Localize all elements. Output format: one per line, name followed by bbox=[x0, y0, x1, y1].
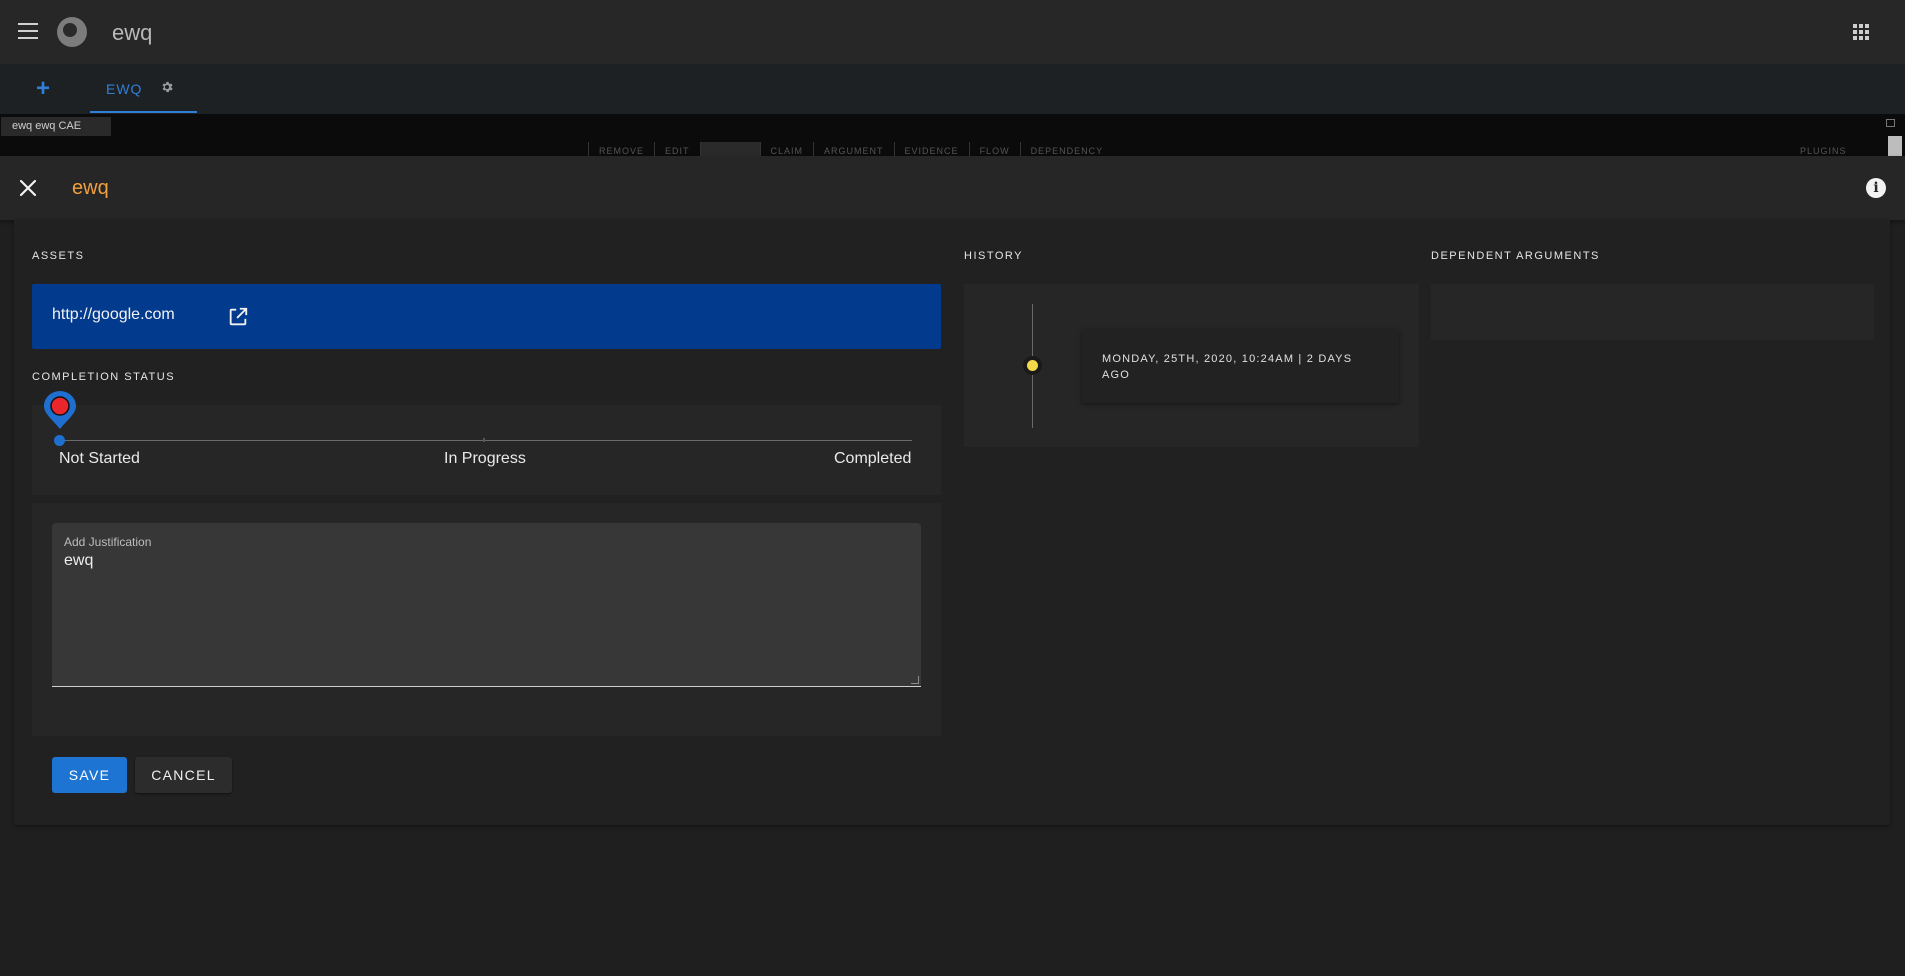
justification-field[interactable]: Add Justification ewq bbox=[52, 523, 921, 687]
timeline-dot bbox=[1023, 356, 1042, 375]
logo-icon[interactable] bbox=[57, 17, 87, 47]
history-entry: MONDAY, 25TH, 2020, 10:24AM | 2 DAYS AGO bbox=[1082, 330, 1399, 403]
justification-value[interactable]: ewq bbox=[64, 552, 93, 570]
open-in-new-icon[interactable] bbox=[227, 306, 249, 328]
asset-link[interactable]: http://google.com bbox=[52, 306, 175, 324]
menu-icon[interactable] bbox=[18, 23, 38, 39]
canvas-scrollbar[interactable] bbox=[1888, 136, 1902, 156]
dependent-arguments-title: DEPENDENT ARGUMENTS bbox=[1431, 250, 1600, 262]
toolbar-claim[interactable]: CLAIM bbox=[759, 142, 814, 156]
toolbar-argument[interactable]: ARGUMENT bbox=[813, 142, 894, 156]
toolbar-edit[interactable]: EDIT bbox=[654, 142, 700, 156]
save-button[interactable]: SAVE bbox=[52, 757, 127, 793]
resize-handle[interactable] bbox=[911, 676, 919, 684]
app-title: ewq bbox=[112, 20, 153, 45]
graph-tab[interactable]: ewq ewq CAE bbox=[1, 117, 111, 136]
slider-tick bbox=[483, 438, 485, 442]
restore-window-icon[interactable] bbox=[1886, 119, 1895, 127]
add-tab-button[interactable]: + bbox=[28, 74, 58, 104]
history-entry-text: MONDAY, 25TH, 2020, 10:24AM | 2 DAYS AGO bbox=[1102, 353, 1353, 381]
dependent-arguments-card bbox=[1431, 284, 1874, 340]
canvas-toolbar: REMOVE EDIT CLAIM ARGUMENT EVIDENCE FLOW… bbox=[588, 142, 1113, 156]
toolbar-flow[interactable]: FLOW bbox=[968, 142, 1020, 156]
top-app-bar: ewq bbox=[0, 0, 1905, 64]
tab-ewq[interactable]: EWQ bbox=[90, 64, 197, 113]
completion-slider-track[interactable] bbox=[59, 440, 912, 441]
map-pin-icon[interactable] bbox=[43, 390, 77, 430]
info-icon[interactable]: i bbox=[1866, 178, 1886, 198]
close-icon[interactable] bbox=[18, 178, 38, 198]
tab-label: EWQ bbox=[106, 81, 143, 97]
graph-canvas: ewq ewq CAE REMOVE EDIT CLAIM ARGUMENT E… bbox=[0, 114, 1905, 156]
dialog-header: ewq i bbox=[0, 156, 1905, 220]
stop-not-started[interactable]: Not Started bbox=[59, 450, 140, 468]
cancel-button[interactable]: CANCEL bbox=[135, 757, 232, 793]
apps-grid-icon[interactable] bbox=[1853, 24, 1869, 40]
justification-label: Add Justification bbox=[64, 535, 152, 549]
gear-icon[interactable] bbox=[160, 80, 174, 94]
toolbar-evidence[interactable]: EVIDENCE bbox=[893, 142, 969, 156]
tab-bar: + EWQ bbox=[0, 64, 1905, 114]
stop-completed[interactable]: Completed bbox=[834, 450, 911, 468]
dialog-title: ewq bbox=[72, 177, 109, 199]
toolbar-plugins[interactable]: PLUGINS bbox=[1800, 146, 1847, 156]
app-root: ewq + EWQ ewq ewq CAE REMOVE EDIT CLAIM … bbox=[0, 0, 1905, 976]
completion-slider-thumb[interactable] bbox=[54, 435, 65, 446]
completion-title: COMPLETION STATUS bbox=[32, 371, 176, 383]
toolbar-dependency[interactable]: DEPENDENCY bbox=[1019, 142, 1114, 156]
asset-card[interactable]: http://google.com bbox=[32, 284, 941, 349]
stop-in-progress[interactable]: In Progress bbox=[444, 450, 526, 468]
assets-title: ASSETS bbox=[32, 250, 85, 262]
history-title: HISTORY bbox=[964, 250, 1023, 262]
toolbar-pointer[interactable] bbox=[699, 142, 760, 156]
toolbar-remove[interactable]: REMOVE bbox=[588, 142, 654, 156]
